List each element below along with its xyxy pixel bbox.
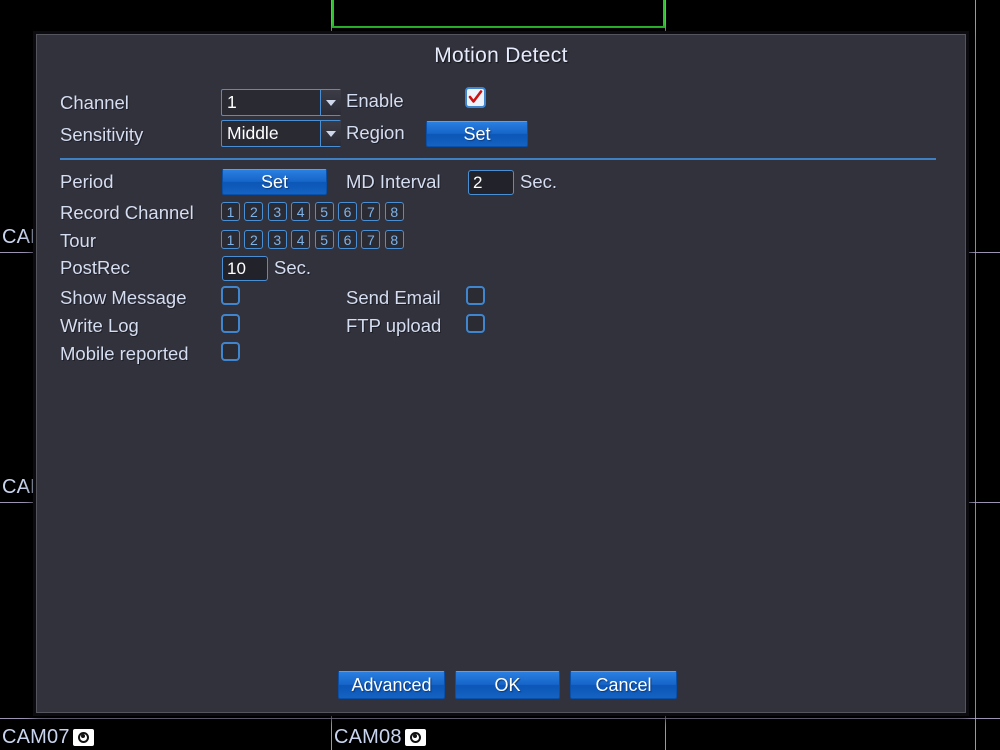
channel-select[interactable]: 1 [221,89,341,116]
dvr-screen: CAM CAM CAM07 CAM08 Motion Detect Channe… [0,0,1000,750]
tour-box-8[interactable]: 8 [384,230,404,249]
camera-icon [404,729,426,746]
camera-label-cam07: CAM07 [2,726,94,749]
md-interval-input[interactable]: 2 [468,170,514,195]
region-label: Region [346,122,405,143]
md-interval-label: MD Interval [346,171,441,192]
section-separator [60,158,936,160]
record-channel-box-8[interactable]: 8 [384,202,404,221]
dialog-body: Channel 1 Enable Sensitivity Middle Regi… [36,34,966,713]
tour-box-5[interactable]: 5 [314,230,334,249]
motion-detect-dialog: Motion Detect Channel 1 Enable Sensitivi… [33,31,969,716]
sensitivity-label: Sensitivity [60,124,144,145]
record-channel-box-3[interactable]: 3 [267,202,287,221]
record-channel-box-7[interactable]: 7 [361,202,381,221]
record-channel-box-1[interactable]: 1 [221,202,240,221]
chevron-down-icon[interactable] [320,90,341,115]
camera-icon [72,729,94,746]
ftp-upload-label: FTP upload [346,315,442,336]
send-email-label: Send Email [346,287,441,308]
enable-checkbox[interactable] [465,87,486,108]
region-set-button[interactable]: Set [426,121,528,147]
write-log-checkbox[interactable] [221,314,240,333]
tour-box-1[interactable]: 1 [221,230,240,249]
tour-box-2[interactable]: 2 [244,230,264,249]
postrec-unit: Sec. [274,257,312,278]
period-set-button[interactable]: Set [222,169,327,195]
write-log-label: Write Log [60,315,139,336]
cancel-button[interactable]: Cancel [570,671,677,699]
tour-box-3[interactable]: 3 [267,230,287,249]
record-channel-box-6[interactable]: 6 [338,202,357,221]
sensitivity-select[interactable]: Middle [221,120,341,147]
channel-select-value: 1 [227,91,237,112]
period-label: Period [60,171,114,192]
record-channel-box-2[interactable]: 2 [244,202,264,221]
ftp-upload-checkbox[interactable] [466,314,485,333]
advanced-button[interactable]: Advanced [338,671,445,699]
mobile-reported-checkbox[interactable] [221,342,240,361]
check-icon [468,90,483,103]
md-interval-unit: Sec. [520,171,558,192]
ok-button[interactable]: OK [455,671,560,699]
record-channel-box-4[interactable]: 4 [291,202,311,221]
postrec-label: PostRec [60,257,130,278]
tour-label: Tour [60,230,96,251]
sensitivity-select-value: Middle [227,122,279,143]
grid-divider-vertical-3 [975,0,976,750]
record-channel-box-5[interactable]: 5 [314,202,334,221]
camera-label-text: CAM08 [334,726,402,748]
camera-label-text: CAM07 [2,726,70,748]
record-channel-label: Record Channel [60,202,194,223]
grid-divider-horizontal-3 [0,718,1000,719]
selected-camera-cell[interactable] [332,0,665,28]
show-message-checkbox[interactable] [221,286,240,305]
show-message-label: Show Message [60,287,187,308]
tour-box-7[interactable]: 7 [361,230,381,249]
postrec-input[interactable]: 10 [222,256,268,281]
chevron-down-icon[interactable] [320,121,341,146]
mobile-reported-label: Mobile reported [60,343,189,364]
tour-box-6[interactable]: 6 [338,230,357,249]
camera-label-cam08: CAM08 [334,726,426,749]
enable-label: Enable [346,90,404,111]
channel-label: Channel [60,92,129,113]
send-email-checkbox[interactable] [466,286,485,305]
tour-box-4[interactable]: 4 [291,230,311,249]
